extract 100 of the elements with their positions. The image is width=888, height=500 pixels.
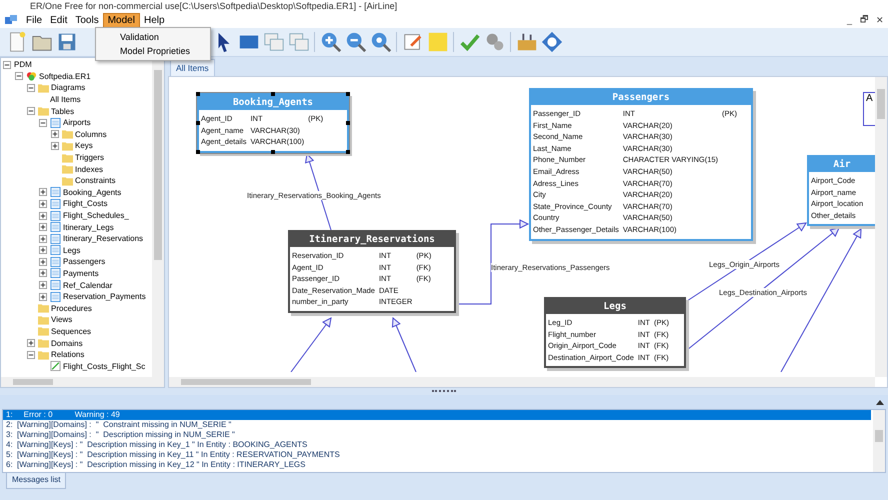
expander-icon[interactable] (39, 281, 47, 290)
tree-item[interactable]: Flight_Costs_Flight_Sc (63, 362, 146, 371)
scroll-thumb[interactable] (13, 379, 53, 385)
tree-item[interactable]: Domains (51, 338, 83, 348)
expander-icon[interactable] (39, 223, 47, 232)
expander-icon[interactable] (27, 84, 35, 92)
resize-handle[interactable] (196, 92, 200, 96)
message-row[interactable]: 5: [Warning][Keys] : " Description missing in Key_11 " In Entity : RESERVATION_PAYMENTS (3, 450, 871, 460)
tree-item[interactable]: Sequences (51, 326, 92, 336)
tree-item[interactable]: Passengers (63, 257, 106, 266)
folder-icon (38, 326, 49, 336)
expander-icon[interactable] (15, 72, 23, 80)
menu-item[interactable]: Model (102, 12, 140, 28)
tree-item[interactable]: Payments (63, 268, 99, 278)
tree-item[interactable]: PDM (14, 60, 32, 70)
expander-icon[interactable] (39, 246, 47, 254)
table-icon (50, 292, 61, 302)
table-icon (50, 268, 61, 278)
tree-item[interactable]: Procedures (51, 304, 92, 313)
scrollbar[interactable] (875, 77, 887, 377)
tree-item[interactable]: Airports (63, 118, 91, 128)
tree-item[interactable]: Views (51, 315, 72, 324)
resize-handle[interactable] (271, 92, 275, 96)
folder-icon (38, 338, 49, 348)
tree-item[interactable]: Reservation_Payments (63, 292, 146, 302)
tree-item[interactable]: Tables (51, 106, 74, 116)
tree-item[interactable]: Diagrams (51, 83, 86, 92)
window-control[interactable]: ✕ (872, 15, 888, 25)
tree-item[interactable]: All Items (50, 95, 81, 104)
tree-item[interactable]: Legs (63, 246, 80, 255)
expander-icon[interactable] (39, 292, 47, 301)
expander-icon[interactable] (39, 212, 47, 220)
scrollbar[interactable] (152, 58, 164, 377)
tree-item[interactable]: Itinerary_Reservations (63, 234, 144, 244)
scrollbar[interactable] (873, 410, 885, 472)
resize-handle[interactable] (346, 150, 350, 154)
menu-item[interactable]: Help (140, 14, 169, 26)
tree-item[interactable]: Booking_Agents (63, 188, 122, 197)
resize-handle[interactable] (346, 120, 350, 125)
table-icon (50, 187, 61, 198)
scrollbar[interactable] (1, 377, 164, 387)
resize-handle[interactable] (271, 150, 275, 154)
tree-item[interactable]: Relations (51, 350, 84, 360)
message-row[interactable]: 1: Error : 0 Warning : 49 (3, 410, 871, 420)
tree-item[interactable]: Constraints (75, 176, 116, 186)
table-icon (50, 280, 61, 290)
expander-icon[interactable] (27, 350, 35, 359)
menu-item[interactable]: Edit (46, 14, 72, 26)
tree-item[interactable]: Flight_Costs (63, 199, 108, 208)
menu-item[interactable]: Tools (71, 14, 103, 26)
tree-item[interactable]: Keys (75, 141, 93, 150)
tree-item[interactable]: Softpedia.ER1 (39, 72, 91, 81)
table-icon (50, 245, 61, 256)
expander-icon[interactable] (39, 188, 47, 196)
expander-icon[interactable] (39, 234, 47, 243)
tree-item[interactable]: Triggers (75, 153, 104, 162)
window-title: ER/One Free for non-commercial use[C:\Users\Softpedia\Desktop\Softpedia.ER1] - [AirLine] (30, 0, 398, 12)
menu-item[interactable]: File (22, 14, 46, 26)
expander-icon[interactable] (39, 118, 47, 127)
message-row[interactable]: 6: [Warning][Keys] : " Description missing in Key_12 " In Entity : ITINERARY_LEGS (3, 460, 871, 470)
expander-icon[interactable] (3, 60, 11, 69)
help-icon[interactable] (539, 30, 564, 54)
expander-icon[interactable] (51, 142, 59, 150)
menu-item[interactable]: Model Proprieties (96, 44, 210, 58)
entity-header: Booking_Agents (199, 95, 347, 110)
message-row[interactable]: 4: [Warning][Keys] : " Description missing in Key_1 " In Entity : BOOKING_AGENTS (3, 440, 871, 450)
tree-item[interactable]: Ref_Calendar (63, 280, 112, 290)
tree-item[interactable]: Indexes (75, 164, 104, 174)
tree-item[interactable]: Itinerary_Legs (63, 222, 114, 232)
relation-line (392, 316, 416, 372)
scroll-thumb[interactable] (154, 70, 162, 260)
scrollbar[interactable] (169, 377, 875, 387)
resize-handle[interactable] (196, 150, 200, 154)
message-row[interactable]: 2: [Warning][Domains] : " Constraint missing in NUM_SERIE " (3, 420, 871, 430)
table-icon (50, 256, 61, 267)
window-control[interactable]: _ (842, 15, 856, 25)
expander-icon[interactable] (51, 130, 59, 138)
scroll-thumb[interactable] (875, 430, 883, 442)
tree-item[interactable]: Columns (75, 130, 107, 139)
resize-handle[interactable] (196, 120, 200, 125)
scroll-thumb[interactable] (877, 89, 885, 119)
folder-icon (62, 176, 73, 186)
entity-table[interactable] (529, 88, 753, 241)
window-control[interactable]: 🗗 (856, 12, 872, 28)
tab[interactable]: Messages list (6, 473, 66, 489)
folder-icon (38, 314, 49, 325)
menu-item[interactable]: Validation (96, 30, 210, 44)
tree-item[interactable]: Flight_Schedules_ (63, 211, 129, 220)
expander-icon[interactable] (39, 269, 47, 278)
resize-handle[interactable] (346, 92, 350, 96)
scroll-thumb[interactable] (181, 379, 311, 385)
collapse-icon[interactable] (876, 399, 884, 405)
folder-icon (62, 164, 73, 174)
expander-icon[interactable] (27, 339, 35, 348)
expander-icon[interactable] (39, 200, 47, 208)
folder-icon (38, 303, 49, 314)
expander-icon[interactable] (39, 258, 47, 266)
table-icon (50, 210, 61, 221)
expander-icon[interactable] (27, 107, 35, 116)
message-row[interactable]: 3: [Warning][Domains] : " Description missing in NUM_SERIE " (3, 430, 871, 440)
